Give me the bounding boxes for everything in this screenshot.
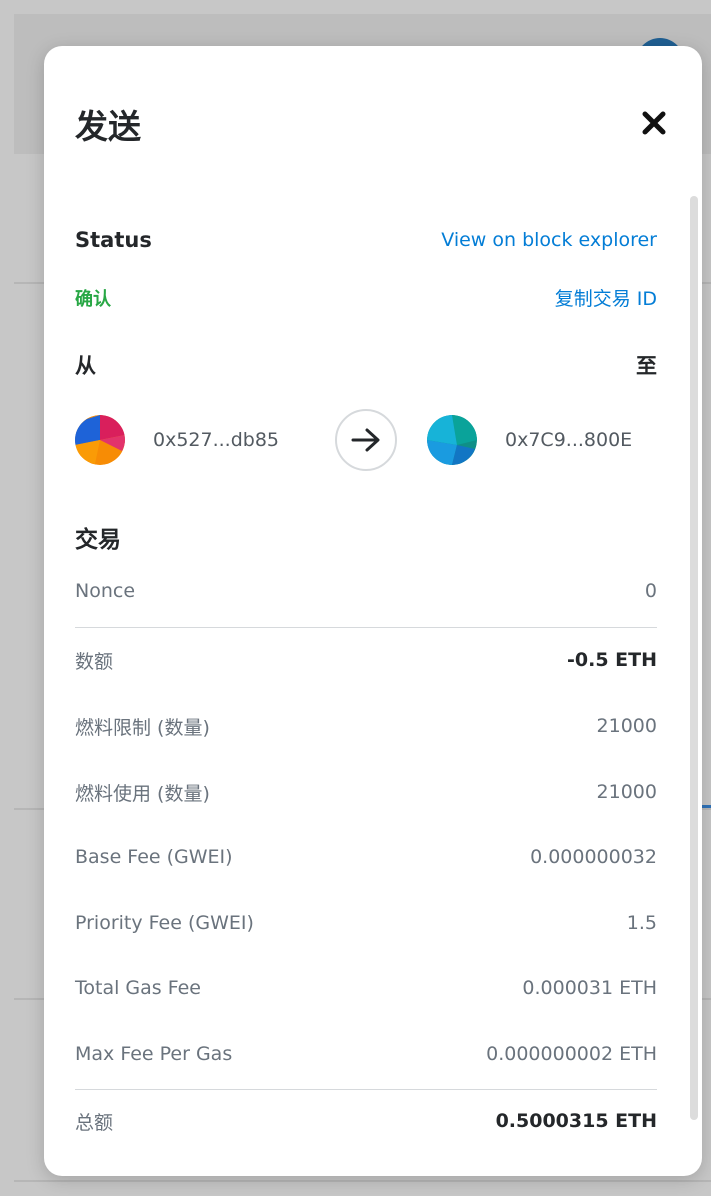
tx-row-label: 总额 (75, 1111, 114, 1134)
tx-row-value: 0.000000032 (530, 846, 657, 868)
tx-row-gas-limit: 燃料限制 (数量) 21000 (75, 706, 657, 746)
divider (75, 627, 657, 628)
to-label: 至 (636, 354, 657, 378)
tx-row-label: Max Fee Per Gas (75, 1043, 233, 1065)
tx-row-value: -0.5 ETH (567, 649, 657, 671)
divider (75, 1089, 657, 1090)
tx-row-value: 1.5 (626, 912, 657, 934)
status-label: Status (75, 228, 152, 252)
tx-row-amount: 数额 -0.5 ETH (75, 640, 657, 680)
tx-row-total-gas-fee: Total Gas Fee 0.000031 ETH (75, 968, 657, 1008)
tx-row-priority-fee: Priority Fee (GWEI) 1.5 (75, 903, 657, 943)
tx-row-label: 燃料使用 (数量) (75, 782, 210, 805)
tx-row-total: 总额 0.5000315 ETH (75, 1101, 657, 1141)
sender-avatar (75, 415, 125, 465)
scrollbar[interactable] (690, 196, 698, 1120)
close-button[interactable] (637, 106, 673, 142)
view-on-block-explorer-link[interactable]: View on block explorer (441, 229, 657, 251)
background-divider (14, 1180, 711, 1182)
status-badge: 确认 (75, 288, 111, 310)
transaction-details-modal: 发送 Status View on block explorer 确认 复制交易… (44, 46, 702, 1176)
tx-row-label: Base Fee (GWEI) (75, 846, 233, 868)
tx-row-label: 燃料限制 (数量) (75, 716, 210, 739)
tx-row-max-fee-per-gas: Max Fee Per Gas 0.000000002 ETH (75, 1034, 657, 1074)
tx-row-value: 0.000031 ETH (522, 977, 657, 999)
arrow-circle (335, 409, 397, 471)
from-label: 从 (75, 354, 96, 378)
sender-address: 0x527...db85 (153, 429, 280, 451)
tx-row-value: 0.5000315 ETH (495, 1110, 657, 1132)
status-value-row: 确认 复制交易 ID (75, 284, 657, 311)
close-icon (642, 111, 666, 135)
copy-transaction-id-link[interactable]: 复制交易 ID (555, 284, 657, 311)
tx-row-label: Nonce (75, 580, 136, 602)
from-to-header: 从 至 (75, 350, 657, 380)
tx-row-gas-used: 燃料使用 (数量) 21000 (75, 772, 657, 812)
tx-row-label: Priority Fee (GWEI) (75, 912, 254, 934)
recipient-account[interactable]: 0x7C9...800E (427, 415, 632, 465)
tx-row-value: 21000 (596, 715, 657, 737)
transaction-section-title: 交易 (75, 527, 121, 553)
recipient-avatar (427, 415, 477, 465)
status-row: Status View on block explorer (75, 228, 657, 252)
modal-title: 发送 (75, 107, 141, 146)
tx-row-base-fee: Base Fee (GWEI) 0.000000032 (75, 837, 657, 877)
tx-row-nonce: Nonce 0 (75, 571, 657, 611)
recipient-address: 0x7C9...800E (505, 429, 633, 451)
tx-row-value: 0 (644, 580, 657, 602)
tx-row-label: 数额 (75, 650, 114, 673)
tx-row-value: 0.000000002 ETH (486, 1043, 657, 1065)
arrow-right-icon (351, 428, 380, 452)
tx-row-value: 21000 (596, 781, 657, 803)
sender-account[interactable]: 0x527...db85 (75, 415, 279, 465)
tx-row-label: Total Gas Fee (75, 977, 201, 999)
